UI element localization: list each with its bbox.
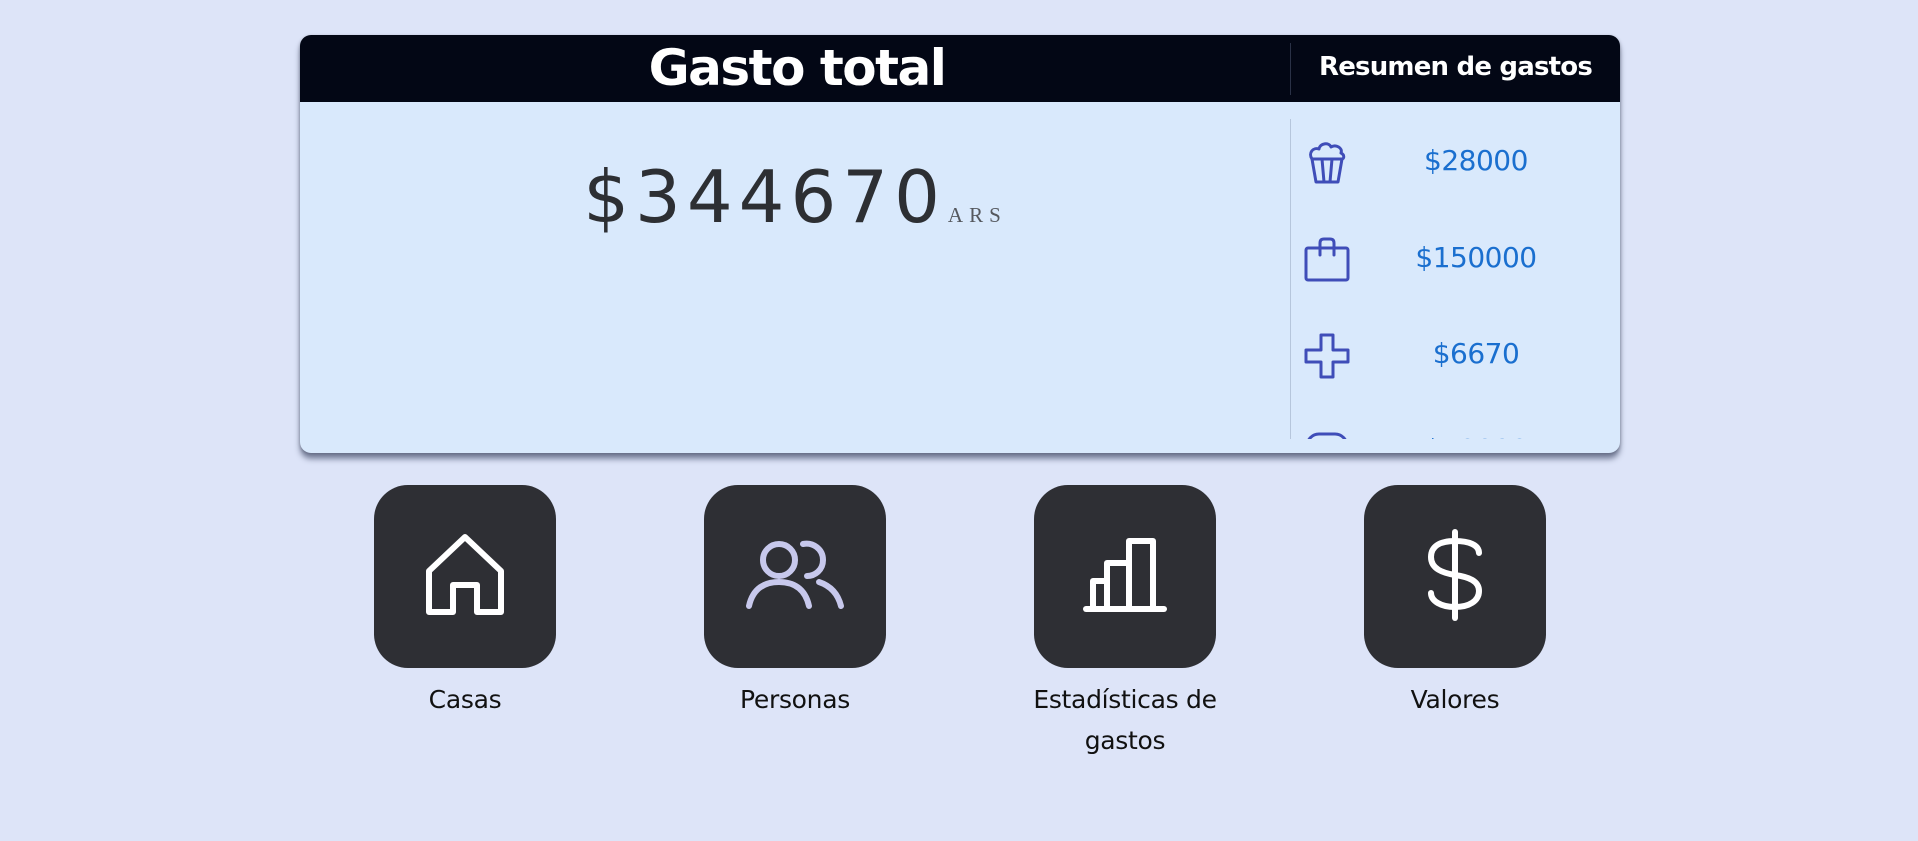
total-amount-display: $344670ARS xyxy=(300,155,1290,239)
summary-item-shopping: $150000 xyxy=(1291,228,1620,288)
valores-button[interactable] xyxy=(1364,485,1546,668)
nav-label: Estadísticas de gastos xyxy=(1033,685,1217,755)
nav-label: Valores xyxy=(1410,685,1500,714)
personas-button[interactable] xyxy=(704,485,886,668)
nav-label: Casas xyxy=(428,685,502,714)
nav-label: Personas xyxy=(740,685,850,714)
nav-item-casas: Casas xyxy=(374,485,556,720)
summary-item-other: $70000 xyxy=(1291,420,1620,439)
casas-button[interactable] xyxy=(374,485,556,668)
nav-item-valores: Valores xyxy=(1364,485,1546,720)
summary-value: $70000 xyxy=(1361,420,1591,439)
summary-item-health: $6670 xyxy=(1291,324,1620,384)
total-expense-card: Gasto total Resumen de gastos $344670ARS… xyxy=(300,35,1620,453)
popcorn-icon xyxy=(1303,139,1351,187)
summary-title: Resumen de gastos xyxy=(1318,52,1593,82)
users-icon xyxy=(745,540,845,614)
nav-item-personas: Personas xyxy=(704,485,886,720)
card-header: Gasto total Resumen de gastos xyxy=(300,35,1620,102)
medical-cross-icon xyxy=(1303,332,1351,380)
nav-item-estadisticas: Estadísticas de gastos xyxy=(1033,485,1217,761)
summary-value: $150000 xyxy=(1415,241,1537,274)
bar-chart-icon xyxy=(1083,537,1167,617)
expense-summary-list[interactable]: $28000 $150000 $6670 xyxy=(1290,119,1620,439)
shopping-bag-icon xyxy=(1303,236,1351,284)
summary-value: $28000 xyxy=(1424,144,1528,177)
page-title: Gasto total xyxy=(648,39,947,97)
total-amount: $344670 xyxy=(583,155,946,239)
house-icon xyxy=(425,533,505,621)
currency-label: ARS xyxy=(947,203,1007,227)
estadisticas-button[interactable] xyxy=(1034,485,1216,668)
category-icon xyxy=(1303,428,1351,439)
summary-item-entertainment: $28000 xyxy=(1291,131,1620,191)
summary-value: $6670 xyxy=(1432,337,1520,370)
dollar-icon xyxy=(1425,528,1485,625)
